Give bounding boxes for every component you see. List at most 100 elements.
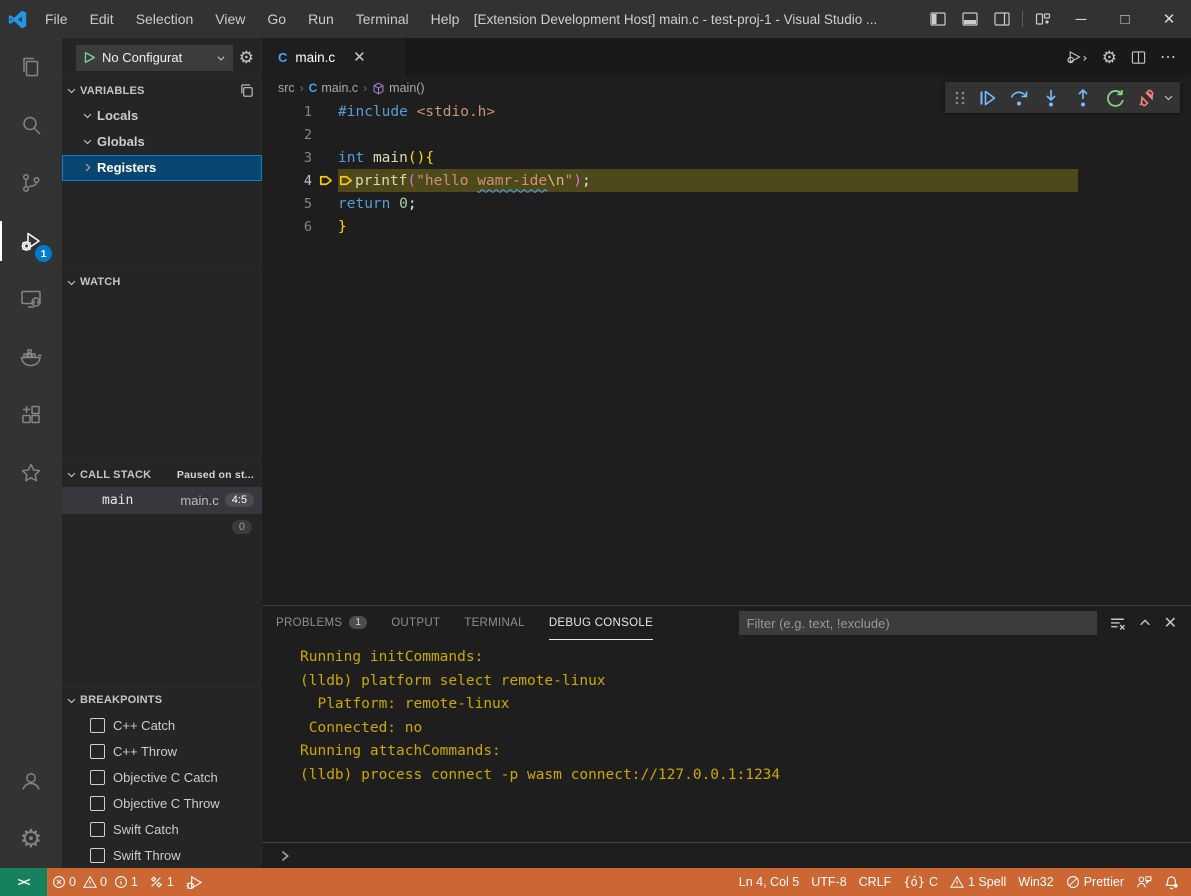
stack-frame-row[interactable]: main main.c 4:5: [62, 487, 262, 514]
problems-status[interactable]: 0 0 1: [47, 868, 143, 896]
formatter-status[interactable]: Prettier: [1060, 875, 1130, 889]
split-editor-icon[interactable]: [1131, 50, 1146, 65]
remote-indicator[interactable]: ><: [0, 868, 47, 896]
breakpoints-header[interactable]: BREAKPOINTS: [62, 688, 262, 712]
maximize-button[interactable]: □: [1103, 0, 1147, 38]
launch-configuration-dropdown[interactable]: No Configurat: [76, 45, 233, 71]
menu-go[interactable]: Go: [256, 0, 297, 38]
minimize-button[interactable]: ─: [1059, 0, 1103, 38]
code-line-2[interactable]: 2: [262, 123, 1191, 146]
breadcrumb-item[interactable]: main(): [372, 81, 424, 95]
chevron-down-icon[interactable]: [1163, 92, 1174, 103]
toolbar-drag-handle[interactable]: [951, 90, 969, 106]
run-or-debug-button[interactable]: [1066, 49, 1088, 65]
breakpoint-checkbox[interactable]: [90, 770, 105, 785]
breakpoint-checkbox[interactable]: [90, 718, 105, 733]
call-stack-header[interactable]: CALL STACK Paused on st...: [62, 463, 262, 487]
code-line-4[interactable]: 4 printf("hello wamr-ide\n");: [262, 169, 1191, 192]
glyph-margin[interactable]: [312, 173, 338, 188]
breakpoint-row[interactable]: Objective C Throw: [62, 790, 262, 816]
breakpoint-row[interactable]: Swift Throw: [62, 842, 262, 868]
menu-file[interactable]: File: [34, 0, 79, 38]
menu-help[interactable]: Help: [420, 0, 471, 38]
panel-tab-debug-console[interactable]: DEBUG CONSOLE: [549, 606, 653, 640]
tools-status[interactable]: 1: [143, 868, 180, 896]
platform-status[interactable]: Win32: [1012, 875, 1059, 889]
debug-settings-gear-icon[interactable]: ⚙: [239, 49, 254, 66]
variables-row-registers[interactable]: Registers: [62, 155, 262, 181]
restart-button[interactable]: [1101, 85, 1129, 111]
c-file-icon: C: [278, 50, 287, 65]
eol-selector[interactable]: CRLF: [853, 875, 898, 889]
breadcrumb-item[interactable]: src: [278, 81, 295, 95]
debug-status[interactable]: [180, 868, 209, 896]
step-out-icon: [1073, 88, 1093, 108]
activity-item-search[interactable]: [0, 96, 62, 154]
panel-tab-label: TERMINAL: [464, 617, 525, 629]
panel-tab-output[interactable]: OUTPUT: [391, 606, 440, 640]
debug-console-input[interactable]: [262, 842, 1191, 868]
activity-item-wamr-ide[interactable]: [0, 444, 62, 502]
continue-button[interactable]: [973, 85, 1001, 111]
step-out-button[interactable]: [1069, 85, 1097, 111]
close-button[interactable]: ✕: [1147, 0, 1191, 38]
toggle-sidebar-icon[interactable]: [922, 0, 954, 38]
activity-item-explorer[interactable]: [0, 38, 62, 96]
editor-settings-gear-icon[interactable]: ⚙: [1102, 49, 1117, 66]
menu-run[interactable]: Run: [297, 0, 345, 38]
toggle-panel-icon[interactable]: [954, 0, 986, 38]
activity-item-source-control[interactable]: [0, 154, 62, 212]
close-panel-icon[interactable]: ✕: [1164, 613, 1177, 633]
breadcrumb-separator: ›: [300, 81, 304, 95]
breakpoint-checkbox[interactable]: [90, 744, 105, 759]
clear-console-icon[interactable]: [1109, 615, 1126, 632]
breadcrumb-item[interactable]: Cmain.c: [309, 81, 359, 95]
watch-header[interactable]: WATCH: [62, 270, 262, 294]
code-line-6[interactable]: 6}: [262, 215, 1191, 238]
collapse-all-icon[interactable]: [239, 83, 254, 98]
window-title: [Extension Development Host] main.c - te…: [474, 12, 877, 27]
code-line-5[interactable]: 5 return 0;: [262, 192, 1191, 215]
breakpoint-row[interactable]: Objective C Catch: [62, 764, 262, 790]
tab-main-c[interactable]: C main.c ✕: [262, 38, 407, 76]
customize-layout-icon[interactable]: [1027, 0, 1059, 38]
breakpoint-checkbox[interactable]: [90, 822, 105, 837]
breakpoint-row[interactable]: C++ Catch: [62, 712, 262, 738]
more-actions-icon[interactable]: ⋯: [1160, 47, 1177, 67]
language-mode[interactable]: {ó} C: [897, 875, 944, 889]
toggle-secondary-sidebar-icon[interactable]: [986, 0, 1018, 38]
activity-item-run-and-debug[interactable]: 1: [0, 212, 62, 270]
maximize-panel-icon[interactable]: [1138, 616, 1152, 630]
activity-item-settings[interactable]: ⚙: [0, 810, 62, 868]
activity-item-accounts[interactable]: [0, 752, 62, 810]
variables-header[interactable]: VARIABLES: [62, 79, 262, 103]
notifications-button[interactable]: [1158, 875, 1185, 890]
activity-item-remote-explorer[interactable]: [0, 270, 62, 328]
tab-close-icon[interactable]: ✕: [353, 48, 366, 66]
cursor-position[interactable]: Ln 4, Col 5: [733, 875, 805, 889]
breakpoint-checkbox[interactable]: [90, 848, 105, 863]
menu-selection[interactable]: Selection: [125, 0, 205, 38]
disconnect-button[interactable]: [1133, 85, 1161, 111]
feedback-button[interactable]: [1130, 875, 1158, 889]
panel-tab-terminal[interactable]: TERMINAL: [464, 606, 525, 640]
breakpoint-row[interactable]: C++ Throw: [62, 738, 262, 764]
code-line-3[interactable]: 3int main(){: [262, 146, 1191, 169]
console-filter-input[interactable]: [739, 611, 1097, 635]
step-over-button[interactable]: [1005, 85, 1033, 111]
menu-view[interactable]: View: [204, 0, 256, 38]
menu-edit[interactable]: Edit: [79, 0, 125, 38]
code-editor[interactable]: 1#include <stdio.h>23int main(){4 printf…: [262, 100, 1191, 605]
panel-tab-problems[interactable]: PROBLEMS1: [276, 606, 367, 640]
encoding[interactable]: UTF-8: [805, 875, 852, 889]
spell-checker-status[interactable]: 1 Spell: [944, 875, 1012, 889]
menu-terminal[interactable]: Terminal: [345, 0, 420, 38]
activity-item-extensions[interactable]: [0, 386, 62, 444]
variables-row-globals[interactable]: Globals: [62, 129, 262, 155]
debug-console-output[interactable]: Running initCommands:(lldb) platform sel…: [262, 640, 1191, 842]
variables-row-locals[interactable]: Locals: [62, 103, 262, 129]
breakpoint-checkbox[interactable]: [90, 796, 105, 811]
breakpoint-row[interactable]: Swift Catch: [62, 816, 262, 842]
activity-item-docker[interactable]: [0, 328, 62, 386]
step-into-button[interactable]: [1037, 85, 1065, 111]
